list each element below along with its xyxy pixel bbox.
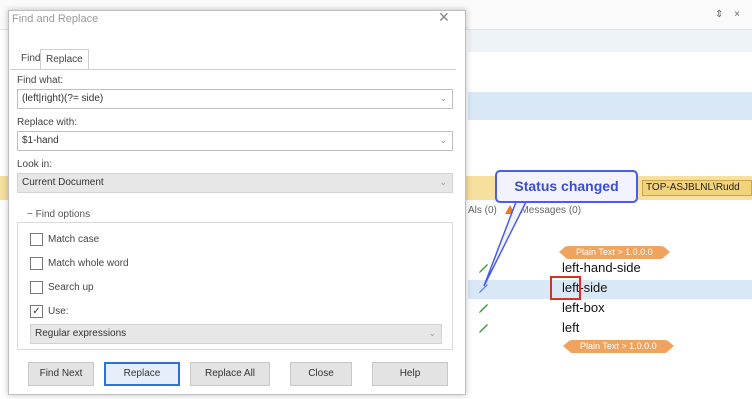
find-what-input[interactable]: (left|right)(?= side) ⌄	[17, 89, 453, 109]
close-icon[interactable]: ✕	[438, 9, 450, 26]
edited-pencil-icon	[479, 324, 488, 333]
chevron-down-icon[interactable]: ⌄	[439, 93, 447, 104]
find-options-title[interactable]: − Find options	[24, 209, 94, 220]
close-button[interactable]: Close	[290, 362, 352, 386]
callout-pointer	[483, 201, 528, 287]
tab-divider	[10, 69, 456, 70]
dialog-title: Find and Replace	[12, 13, 99, 25]
use-mode-value: Regular expressions	[35, 328, 127, 339]
segment-text[interactable]: left	[562, 320, 579, 335]
context-path: TOP-ASJBLNL\Rudd	[642, 180, 752, 196]
match-whole-word-label: Match whole word	[48, 258, 129, 269]
tab-replace[interactable]: Replace	[40, 49, 89, 69]
find-next-button[interactable]: Find Next	[28, 362, 94, 386]
match-case-label: Match case	[48, 234, 100, 245]
replace-button[interactable]: Replace	[104, 362, 180, 386]
use-checkbox[interactable]: ✓	[30, 305, 43, 318]
edited-pencil-icon	[479, 304, 488, 313]
search-up-label: Search up	[48, 282, 94, 293]
help-button[interactable]: Help	[372, 362, 448, 386]
find-options-label: Find options	[35, 209, 91, 220]
window-controls[interactable]: ⇕ ×	[715, 9, 744, 20]
chevron-down-icon[interactable]: ⌄	[439, 135, 447, 146]
tag-pill-close: Plain Text > 1.0.0.0	[563, 340, 674, 353]
find-what-value: (left|right)(?= side)	[22, 93, 104, 104]
replace-with-value: $1-hand	[22, 135, 59, 146]
toolbar-strip	[468, 30, 752, 52]
replace-with-label: Replace with:	[17, 117, 78, 128]
match-whole-word-checkbox[interactable]	[30, 257, 43, 270]
look-in-value: Current Document	[22, 177, 104, 188]
segment-text[interactable]: left-hand-side	[562, 260, 641, 275]
find-what-label: Find what:	[17, 75, 64, 86]
collapse-icon[interactable]: −	[27, 209, 33, 220]
segment-text[interactable]: left-box	[562, 300, 605, 315]
chevron-down-icon[interactable]: ⌄	[439, 177, 447, 188]
use-label: Use:	[48, 306, 69, 317]
look-in-label: Look in:	[17, 159, 53, 170]
look-in-select[interactable]: Current Document ⌄	[17, 173, 453, 193]
replace-with-input[interactable]: $1-hand ⌄	[17, 131, 453, 151]
match-case-checkbox[interactable]	[30, 233, 43, 246]
tag-pill-open: Plain Text > 1.0.0.0	[559, 246, 670, 259]
status-changed-callout: Status changed	[495, 170, 638, 203]
chevron-down-icon[interactable]: ⌄	[428, 328, 436, 339]
selected-row-highlight	[468, 92, 752, 120]
replace-all-button[interactable]: Replace All	[190, 362, 270, 386]
search-up-checkbox[interactable]	[30, 281, 43, 294]
use-mode-select[interactable]: Regular expressions ⌄	[30, 324, 442, 344]
